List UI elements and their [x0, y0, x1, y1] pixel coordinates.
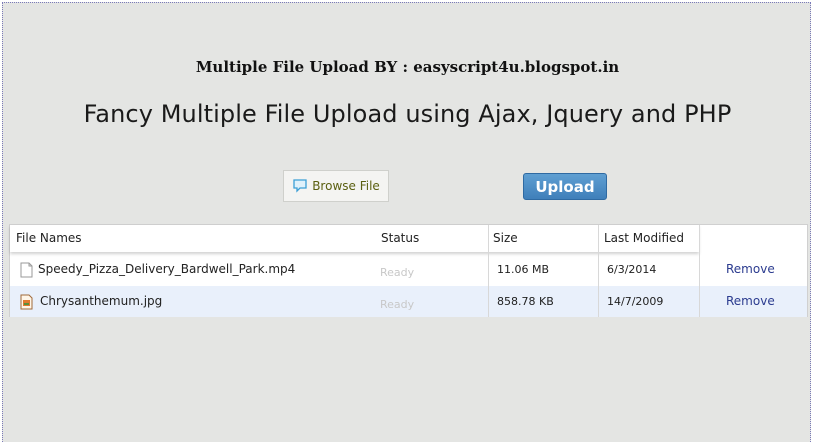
- file-last-modified: 14/7/2009: [607, 295, 664, 308]
- page-container: Multiple File Upload BY : easyscript4u.b…: [2, 2, 811, 442]
- speech-bubble-icon: [293, 179, 307, 193]
- browse-file-label: Browse File: [312, 179, 380, 193]
- table-row: Speedy_Pizza_Delivery_Bardwell_Park.mp4 …: [10, 254, 807, 285]
- file-size: 11.06 MB: [497, 263, 550, 276]
- image-file-icon: [20, 294, 33, 310]
- page-title: Fancy Multiple File Upload using Ajax, J…: [83, 100, 732, 128]
- file-size: 858.78 KB: [497, 295, 554, 308]
- file-name: Chrysanthemum.jpg: [40, 294, 163, 308]
- column-header-file-names: File Names: [16, 225, 82, 252]
- document-icon: [20, 262, 33, 278]
- column-header-status: Status: [381, 225, 420, 252]
- table-row: Chrysanthemum.jpg Ready 858.78 KB 14/7/2…: [10, 286, 807, 317]
- file-last-modified: 6/3/2014: [607, 263, 657, 276]
- column-header-last-modified: Last Modified: [604, 225, 685, 252]
- column-divider: [699, 225, 700, 317]
- credit-heading: Multiple File Upload BY : easyscript4u.b…: [195, 58, 620, 76]
- column-divider: [488, 225, 489, 317]
- remove-link[interactable]: Remove: [726, 254, 775, 285]
- table-header: File Names Status Size Last Modified: [10, 225, 699, 252]
- upload-button[interactable]: Upload: [523, 173, 607, 200]
- file-status: Ready: [380, 298, 415, 311]
- remove-link[interactable]: Remove: [726, 286, 775, 317]
- file-status: Ready: [380, 266, 415, 279]
- column-header-size: Size: [493, 225, 518, 252]
- file-name: Speedy_Pizza_Delivery_Bardwell_Park.mp4: [38, 262, 296, 276]
- file-table: File Names Status Size Last Modified Spe…: [9, 224, 808, 317]
- column-divider: [598, 225, 599, 317]
- browse-file-button[interactable]: Browse File: [283, 170, 389, 202]
